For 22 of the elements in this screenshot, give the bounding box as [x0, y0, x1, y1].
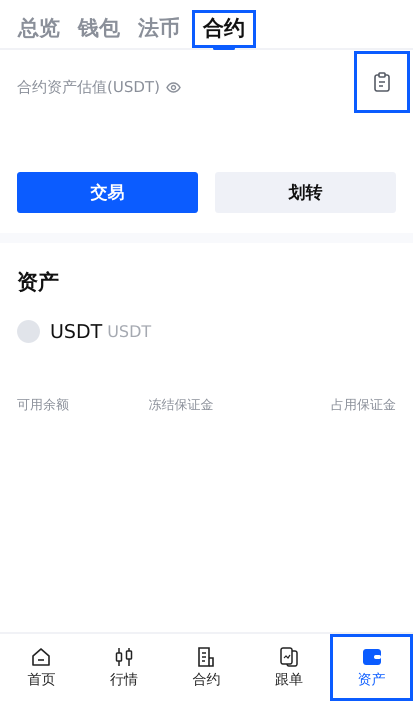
column-label: 可用余额	[17, 397, 69, 414]
tab[interactable]: 合约	[192, 10, 256, 48]
record-button[interactable]	[354, 51, 410, 113]
coin-name: USDT	[107, 322, 152, 341]
nav-item[interactable]: 行情	[82, 634, 166, 701]
section-title: 资产	[16, 269, 60, 296]
transfer-button[interactable]: 划转	[215, 172, 396, 213]
coin-icon	[17, 320, 40, 343]
clipboard-icon	[374, 72, 390, 92]
eye-icon[interactable]	[166, 82, 181, 92]
nav-item[interactable]: 首页	[0, 634, 83, 701]
nav-item[interactable]: 跟单	[248, 634, 330, 701]
column-label: 冻结保证金	[148, 397, 214, 414]
valuation-label: 合约资产估值(USDT)	[17, 78, 160, 96]
nav-item[interactable]: 资产	[330, 634, 413, 701]
home-icon	[30, 646, 52, 668]
column-label: 占用保证金	[331, 397, 396, 414]
card-icon	[278, 646, 300, 668]
trade-button[interactable]: 交易	[17, 172, 198, 213]
coin-symbol: USDT	[50, 320, 102, 342]
wallet-icon	[360, 646, 383, 668]
nav-item[interactable]: 合约	[165, 634, 248, 701]
